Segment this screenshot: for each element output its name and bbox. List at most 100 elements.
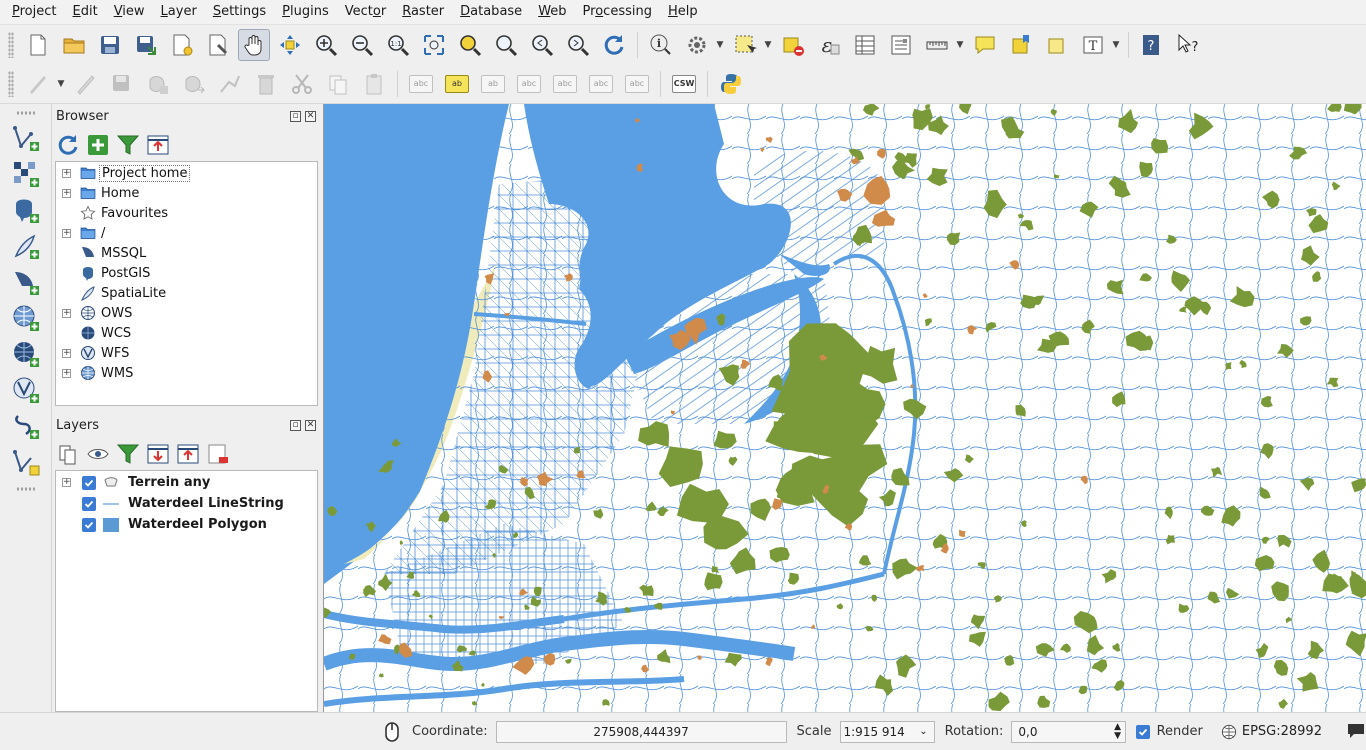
layer-visibility-checkbox[interactable] [82,517,96,532]
browser-item-spatialite[interactable]: SpatiaLite [56,283,317,303]
save-edits-button[interactable] [106,68,138,100]
map-tips-button[interactable] [969,29,1001,61]
rotate-label-button[interactable]: abc [585,68,617,100]
menu-layer[interactable]: Layer [153,0,205,24]
run-action-button[interactable] [681,29,713,61]
zoom-next-button[interactable] [562,29,594,61]
crs-button[interactable]: EPSG:28992 [1221,724,1322,740]
browser-item-wcs[interactable]: WCS [56,323,317,343]
menu-view[interactable]: View [106,0,153,24]
close-icon[interactable]: ✕ [305,420,316,431]
expand-icon[interactable]: + [62,368,71,378]
messages-button[interactable] [1346,720,1366,744]
new-project-button[interactable] [22,29,54,61]
close-icon[interactable]: ✕ [305,111,316,122]
layer-visibility-checkbox[interactable] [82,496,96,511]
toggle-editing-button[interactable] [70,68,102,100]
refresh-button[interactable] [598,29,630,61]
layout-manager-button[interactable] [202,29,234,61]
collapse-all-button[interactable] [143,131,173,159]
layer-item-terrein-any[interactable]: + Terrein any [56,472,317,493]
manage-themes-button[interactable] [83,440,113,468]
browser-item-postgis[interactable]: PostGIS [56,263,317,283]
chevron-down-icon[interactable]: ⌄ [919,726,933,737]
layer-item-waterdeel-linestring[interactable]: Waterdeel LineString [56,493,317,514]
menu-web[interactable]: Web [530,0,574,24]
text-annotation-button[interactable]: T [1077,29,1109,61]
browser-item-root[interactable]: + / [56,223,317,243]
pan-to-selection-button[interactable] [274,29,306,61]
chevron-down-icon[interactable]: ▼ [715,29,725,61]
browser-item-wfs[interactable]: + WFS [56,343,317,363]
csw-button[interactable]: CSW [668,68,700,100]
new-print-layout-button[interactable] [166,29,198,61]
toolbar-handle[interactable] [15,486,36,492]
paste-features-button[interactable] [358,68,390,100]
attribute-table-button[interactable] [849,29,881,61]
zoom-to-selection-button[interactable] [454,29,486,61]
browser-item-ows[interactable]: + OWS [56,303,317,323]
pan-map-button[interactable] [238,28,270,61]
refresh-button[interactable] [53,131,83,159]
open-project-button[interactable] [58,29,90,61]
browser-item-wms[interactable]: + WMS [56,363,317,383]
identify-features-button[interactable]: i [645,29,677,61]
remove-layer-button[interactable] [203,440,233,468]
browser-item-project-home[interactable]: + Project home [56,163,317,183]
browser-item-home[interactable]: + Home [56,183,317,203]
expand-all-button[interactable] [143,440,173,468]
change-label-button[interactable]: abc [621,68,653,100]
measure-line-button[interactable] [921,29,953,61]
zoom-native-button[interactable]: 1:1 [382,29,414,61]
new-layer-button[interactable] [9,444,43,480]
menu-help[interactable]: Help [660,0,706,24]
add-mssql-layer-button[interactable] [9,264,43,300]
expand-icon[interactable]: + [62,168,71,178]
expand-icon[interactable]: + [62,188,71,198]
map-canvas[interactable] [323,104,1366,712]
expand-icon[interactable]: + [62,478,71,487]
add-wfs-layer-button[interactable] [9,372,43,408]
current-edits-button[interactable] [22,68,54,100]
select-features-button[interactable] [729,29,761,61]
menu-database[interactable]: Database [452,0,530,24]
save-project-button[interactable] [94,29,126,61]
expand-icon[interactable]: + [62,308,71,318]
messages-toggle-button[interactable] [380,720,404,744]
cut-features-button[interactable] [286,68,318,100]
add-selected-layers-button[interactable] [83,131,113,159]
browser-item-mssql[interactable]: MSSQL [56,243,317,263]
add-spatialite-layer-button[interactable] [9,228,43,264]
add-virtual-layer-button[interactable] [9,408,43,444]
layer-visibility-checkbox[interactable] [82,475,96,490]
zoom-out-button[interactable] [346,29,378,61]
menu-vector[interactable]: Vector [337,0,394,24]
move-feature-button[interactable] [178,68,210,100]
collapse-all-button[interactable] [173,440,203,468]
browser-item-favourites[interactable]: Favourites [56,203,317,223]
save-as-button[interactable] [130,29,162,61]
label-tool-button[interactable]: abc [405,68,437,100]
add-raster-layer-button[interactable] [9,156,43,192]
zoom-to-layer-button[interactable] [490,29,522,61]
toolbar-handle[interactable] [8,70,14,97]
float-panel-icon[interactable]: ▫ [290,420,301,431]
copy-features-button[interactable] [322,68,354,100]
add-wcs-layer-button[interactable] [9,336,43,372]
zoom-full-button[interactable] [418,29,450,61]
show-bookmarks-button[interactable] [1041,29,1073,61]
filter-browser-button[interactable] [113,131,143,159]
delete-selected-button[interactable] [250,68,282,100]
rotation-spinbox[interactable]: 0,0 ▲ ▼ [1011,720,1127,743]
add-vector-layer-button[interactable] [9,120,43,156]
render-checkbox[interactable] [1136,724,1150,739]
expand-icon[interactable]: + [62,228,71,238]
menu-edit[interactable]: Edit [65,0,106,24]
pin-labels-button[interactable]: ab [477,68,509,100]
spin-arrows-icon[interactable]: ▲ ▼ [1114,722,1125,741]
menu-settings[interactable]: Settings [205,0,274,24]
add-wms-layer-button[interactable] [9,300,43,336]
new-bookmark-button[interactable] [1005,29,1037,61]
highlight-labels-button[interactable]: ab [441,68,473,100]
float-panel-icon[interactable]: ▫ [290,111,301,122]
